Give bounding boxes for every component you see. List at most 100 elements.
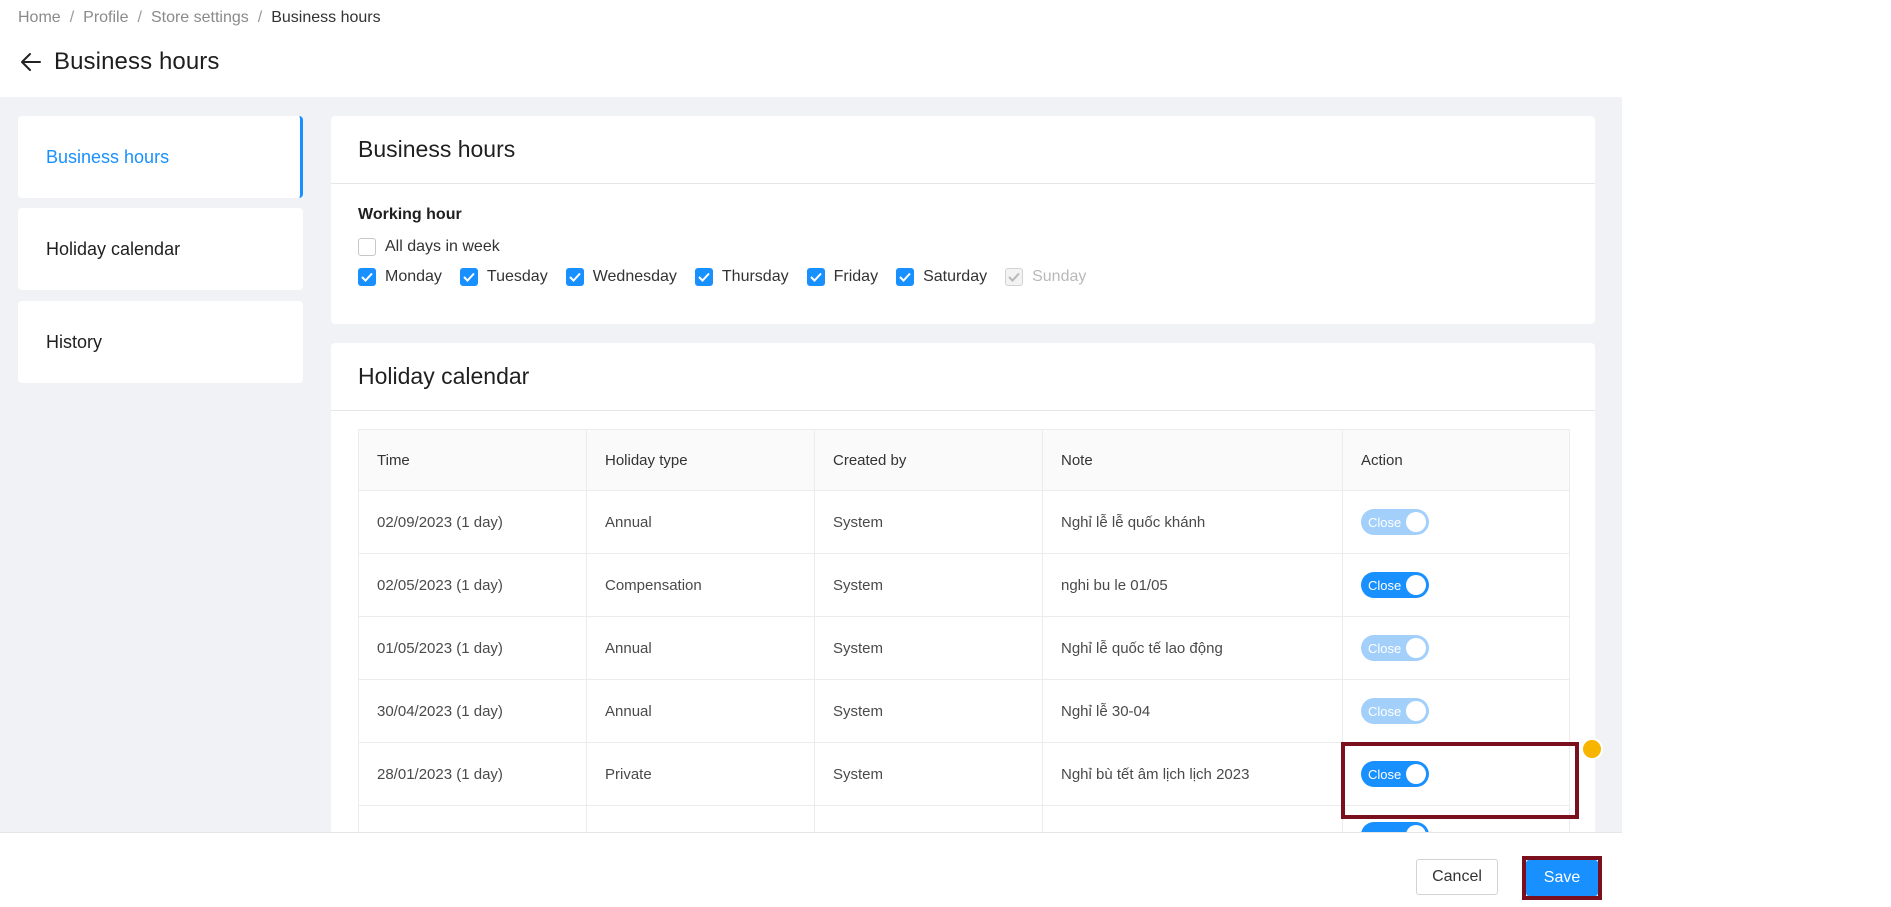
- table-header-row: Time Holiday type Created by Note Action: [359, 430, 1569, 491]
- business-hours-title: Business hours: [331, 116, 1595, 184]
- wednesday-checkbox[interactable]: Wednesday: [565, 268, 677, 286]
- close-toggle[interactable]: Close: [1361, 698, 1429, 724]
- breadcrumb-separator: /: [257, 9, 263, 26]
- toggle-label: Close: [1368, 514, 1402, 530]
- checkbox-label: Monday: [385, 268, 442, 285]
- table-row: 01/05/2023 (1 day) Annual System Nghỉ lễ…: [359, 617, 1569, 680]
- column-header-holiday-type: Holiday type: [587, 430, 815, 490]
- table-row: 30/04/2023 (1 day) Annual System Nghỉ lễ…: [359, 680, 1569, 743]
- thursday-checkbox[interactable]: Thursday: [694, 268, 789, 286]
- time-cell: [359, 806, 587, 832]
- column-header-time: Time: [359, 430, 587, 490]
- close-toggle[interactable]: [1361, 822, 1429, 832]
- all-days-row: All days in week: [358, 238, 518, 256]
- action-cell: Close: [1343, 491, 1569, 553]
- sidebar-item-label: Holiday calendar: [46, 238, 181, 259]
- time-cell: 02/09/2023 (1 day): [359, 491, 587, 553]
- holiday-type-cell: Annual: [587, 680, 815, 742]
- checkbox-label: Friday: [833, 268, 879, 285]
- created-by-cell: System: [815, 491, 1043, 553]
- close-toggle[interactable]: Close: [1361, 509, 1429, 535]
- created-by-cell: System: [815, 617, 1043, 679]
- action-cell: Close: [1343, 554, 1569, 616]
- checkbox-box[interactable]: [358, 238, 376, 256]
- check-icon: [1005, 268, 1024, 286]
- breadcrumb-home[interactable]: Home: [18, 9, 61, 27]
- sidebar-item-label: Business hours: [46, 146, 170, 167]
- close-toggle[interactable]: Close: [1361, 635, 1429, 661]
- note-cell: Nghỉ bù tết âm lịch lịch 2023: [1043, 743, 1343, 805]
- holiday-type-cell: Annual: [587, 491, 815, 553]
- holiday-type-cell: Private: [587, 743, 815, 805]
- note-cell: Nghỉ lễ lễ quốc khánh: [1043, 491, 1343, 553]
- breadcrumb-separator: /: [137, 9, 142, 26]
- checkbox-label: Thursday: [721, 268, 789, 285]
- page-header: Business hours: [18, 48, 220, 76]
- check-icon[interactable]: [358, 268, 376, 286]
- checkbox-label: Wednesday: [592, 268, 677, 285]
- toggle-knob: [1406, 575, 1426, 595]
- checkbox-label: Tuesday: [486, 268, 548, 285]
- toggle-knob: [1406, 512, 1426, 532]
- toggle-label: Close: [1368, 577, 1402, 593]
- check-icon[interactable]: [806, 268, 825, 286]
- toggle-label: Close: [1368, 640, 1402, 656]
- breadcrumb-store-settings[interactable]: Store settings: [151, 9, 249, 27]
- note-cell: nghi bu le 01/05: [1043, 554, 1343, 616]
- sidebar-item-history[interactable]: History: [18, 301, 303, 383]
- monday-checkbox[interactable]: Monday: [358, 268, 442, 286]
- sunday-checkbox: Sunday: [1005, 268, 1086, 286]
- saturday-checkbox[interactable]: Saturday: [896, 268, 987, 286]
- holiday-type-cell: Annual: [587, 617, 815, 679]
- column-header-created-by: Created by: [815, 430, 1043, 490]
- holiday-calendar-title: Holiday calendar: [331, 343, 1595, 411]
- toggle-label: Close: [1368, 703, 1402, 719]
- column-header-note: Note: [1043, 430, 1343, 490]
- column-header-action: Action: [1361, 451, 1403, 469]
- sidebar-item-holiday-calendar[interactable]: Holiday calendar: [18, 208, 303, 290]
- check-icon[interactable]: [896, 268, 915, 286]
- toggle-knob: [1406, 638, 1426, 658]
- note-cell: [1043, 806, 1343, 832]
- breadcrumb-profile[interactable]: Profile: [83, 9, 128, 27]
- time-cell: 02/05/2023 (1 day): [359, 554, 587, 616]
- close-toggle[interactable]: Close: [1361, 572, 1429, 598]
- back-arrow-icon[interactable]: [18, 49, 44, 75]
- page-title: Business hours: [54, 48, 220, 75]
- time-cell: 28/01/2023 (1 day): [359, 743, 587, 805]
- breadcrumb: Home / Profile / Store settings / Busine…: [18, 9, 381, 27]
- business-hours-card: Business hours Working hour All days in …: [331, 116, 1595, 324]
- note-cell: Nghỉ lễ quốc tế lao động: [1043, 617, 1343, 679]
- content-area: Business hours Holiday calendar History …: [0, 97, 1622, 832]
- note-cell: Nghỉ lễ 30-04: [1043, 680, 1343, 742]
- breadcrumb-separator: /: [69, 9, 75, 26]
- checkbox-label: Sunday: [1032, 268, 1087, 285]
- holiday-calendar-card: Holiday calendar Time Holiday type Creat…: [331, 343, 1595, 832]
- action-cell: Close: [1343, 680, 1569, 742]
- checkbox-label: Saturday: [923, 268, 988, 285]
- toggle-knob: [1406, 825, 1426, 832]
- check-icon[interactable]: [565, 268, 584, 286]
- created-by-cell: System: [815, 680, 1043, 742]
- working-hour-label: Working hour: [358, 206, 462, 223]
- created-by-cell: System: [815, 554, 1043, 616]
- save-button[interactable]: Save: [1526, 860, 1598, 896]
- time-cell: 30/04/2023 (1 day): [359, 680, 587, 742]
- action-cell: Close: [1343, 617, 1569, 679]
- friday-checkbox[interactable]: Friday: [806, 268, 879, 286]
- sidebar-item-business-hours[interactable]: Business hours: [18, 116, 303, 198]
- check-icon[interactable]: [694, 268, 713, 286]
- created-by-cell: [815, 806, 1043, 832]
- highlight-box: [1341, 742, 1579, 819]
- sidebar-item-label: History: [46, 331, 103, 352]
- cancel-button[interactable]: Cancel: [1416, 859, 1498, 895]
- breadcrumb-current: Business hours: [271, 9, 381, 26]
- table-row: 02/09/2023 (1 day) Annual System Nghỉ lễ…: [359, 491, 1569, 554]
- tuesday-checkbox[interactable]: Tuesday: [459, 268, 548, 286]
- checkbox-label: All days in week: [385, 238, 500, 255]
- check-icon[interactable]: [459, 268, 478, 286]
- holiday-type-cell: Compensation: [587, 554, 815, 616]
- holiday-type-cell: [587, 806, 815, 832]
- created-by-cell: System: [815, 743, 1043, 805]
- all-days-checkbox[interactable]: All days in week: [358, 238, 500, 256]
